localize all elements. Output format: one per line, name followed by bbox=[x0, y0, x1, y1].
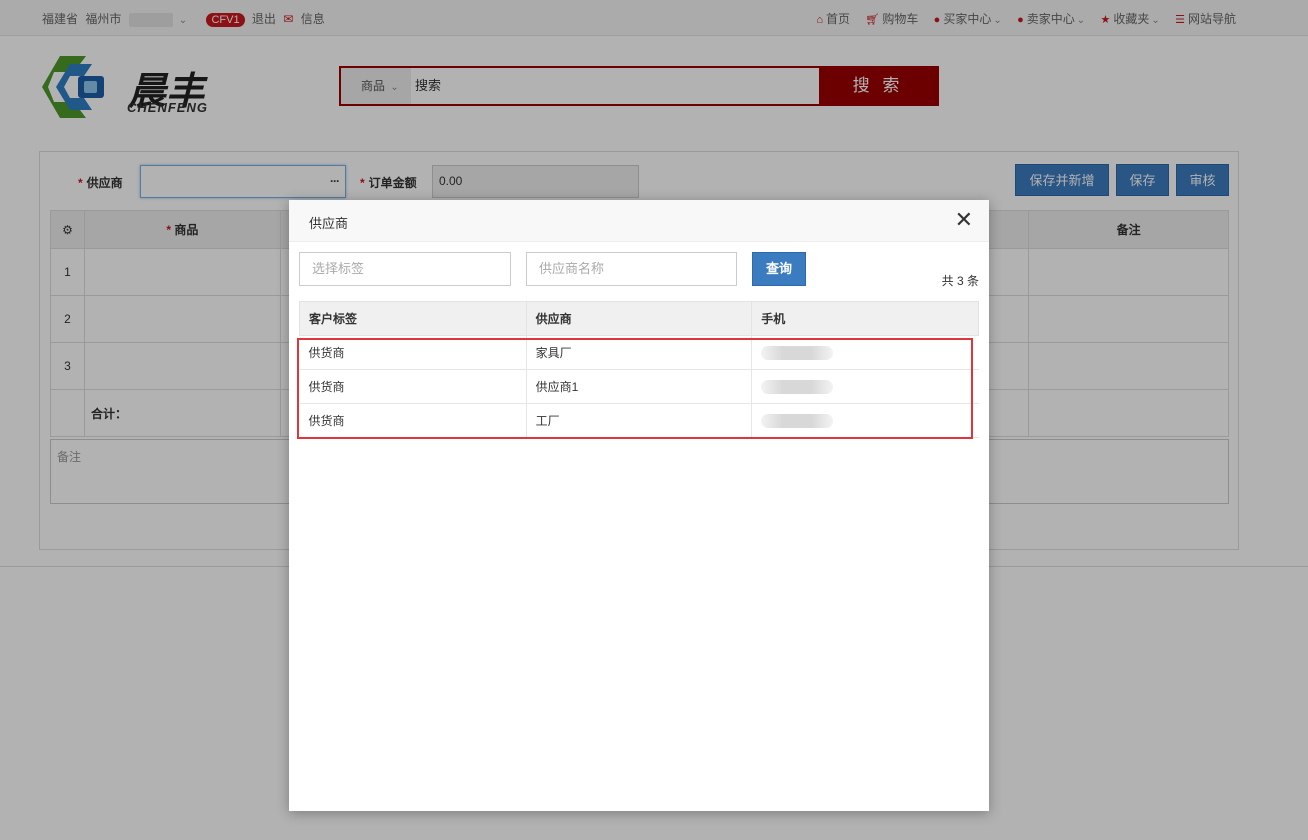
supplier-name-input[interactable]: 供应商名称 bbox=[526, 252, 737, 286]
column-header-tag: 客户标签 bbox=[299, 301, 527, 336]
cell-supplier: 供应商1 bbox=[526, 369, 753, 404]
dialog-header: 供应商 ✕ bbox=[289, 200, 989, 242]
cell-supplier: 家具厂 bbox=[526, 335, 753, 370]
cell-phone bbox=[751, 335, 979, 370]
column-header-phone: 手机 bbox=[751, 301, 979, 336]
cell-phone bbox=[751, 369, 979, 404]
close-icon[interactable]: ✕ bbox=[955, 209, 973, 231]
table-row[interactable]: 供货商 工厂 bbox=[299, 403, 979, 438]
result-count: 共 3 条 bbox=[941, 274, 979, 288]
table-row[interactable]: 供货商 家具厂 bbox=[299, 335, 979, 370]
blurred-phone bbox=[761, 345, 834, 360]
cell-supplier: 工厂 bbox=[526, 403, 753, 438]
supplier-dialog: 供应商 ✕ 选择标签 供应商名称 查询 共 3 条 客户标签 供应商 手机 供货… bbox=[289, 200, 989, 811]
cell-tag: 供货商 bbox=[299, 403, 527, 438]
query-button[interactable]: 查询 bbox=[752, 252, 806, 286]
cell-tag: 供货商 bbox=[299, 335, 527, 370]
table-row[interactable]: 供货商 供应商1 bbox=[299, 369, 979, 404]
blurred-phone bbox=[761, 379, 834, 394]
tag-select-input[interactable]: 选择标签 bbox=[299, 252, 511, 286]
column-header-supplier: 供应商 bbox=[525, 301, 753, 336]
supplier-table: 客户标签 供应商 手机 供货商 家具厂 供货商 供应商1 供货商 工厂 bbox=[299, 301, 979, 438]
blurred-phone bbox=[761, 413, 834, 428]
cell-phone bbox=[751, 403, 979, 438]
dialog-title: 供应商 bbox=[309, 216, 349, 231]
cell-tag: 供货商 bbox=[299, 369, 527, 404]
